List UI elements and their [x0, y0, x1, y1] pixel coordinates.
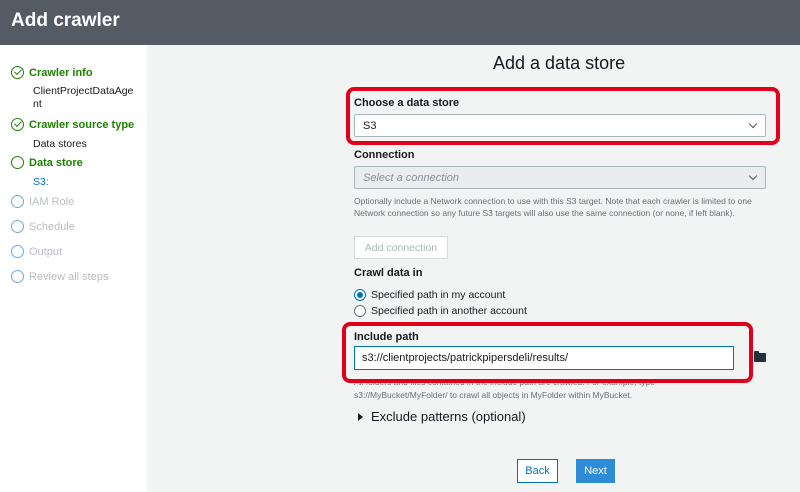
header-bar: Add crawler	[0, 0, 800, 45]
radio-empty-icon[interactable]	[354, 305, 366, 317]
crawl-data-in-label: Crawl data in	[354, 267, 423, 279]
page-header-title: Add crawler	[11, 10, 120, 31]
back-button[interactable]: Back	[517, 459, 558, 483]
connection-help: Optionally include a Network connection …	[354, 196, 752, 218]
step-iam-role: IAM Role	[11, 195, 74, 208]
step-label: IAM Role	[29, 195, 75, 208]
radio-another-account[interactable]: Specified path in another account	[354, 305, 527, 317]
radio-label: Specified path in my account	[371, 289, 506, 301]
step-schedule: Schedule	[11, 220, 75, 233]
radio-my-account[interactable]: Specified path in my account	[354, 289, 505, 301]
next-button[interactable]: Next	[576, 459, 615, 483]
check-circle-icon	[11, 66, 24, 79]
step-sub-crawler-name: ClientProjectDataAge nt	[33, 85, 134, 110]
step-label: Schedule	[29, 220, 75, 233]
check-circle-icon	[11, 118, 24, 131]
circle-icon	[11, 156, 24, 169]
step-crawler-source-type[interactable]: Crawler source type	[11, 118, 134, 131]
add-connection-button[interactable]: Add connection	[354, 236, 448, 259]
connection-select[interactable]: Select a connection	[354, 166, 766, 189]
exclude-patterns-label: Exclude patterns (optional)	[371, 409, 526, 424]
caret-right-icon	[358, 412, 363, 421]
step-label: Crawler info	[29, 66, 93, 79]
connection-label: Connection	[354, 149, 415, 161]
radio-selected-icon[interactable]	[354, 289, 366, 301]
circle-icon	[11, 245, 24, 258]
step-label: Review all steps	[29, 270, 109, 283]
wizard-sidebar	[0, 45, 147, 492]
step-data-store[interactable]: Data store	[11, 156, 83, 169]
exclude-patterns-toggle[interactable]: Exclude patterns (optional)	[358, 409, 526, 424]
step-label: Output	[29, 245, 63, 258]
step-sub-source-type: Data stores	[33, 138, 87, 150]
step-label: Data store	[29, 156, 83, 169]
circle-icon	[11, 220, 24, 233]
step-review: Review all steps	[11, 270, 108, 283]
circle-icon	[11, 270, 24, 283]
step-crawler-info[interactable]: Crawler info	[11, 66, 93, 79]
connection-placeholder: Select a connection	[363, 172, 460, 184]
page-title: Add a data store	[493, 53, 626, 73]
include-path-help-line2: s3://MyBucket/MyFolder/ to crawl all obj…	[354, 390, 633, 400]
step-label: Crawler source type	[29, 118, 135, 131]
highlight-box-data-store	[346, 87, 780, 145]
step-sub-data-store[interactable]: S3:	[33, 176, 49, 188]
step-output: Output	[11, 245, 62, 258]
chevron-down-icon	[748, 171, 758, 181]
radio-label: Specified path in another account	[371, 305, 527, 317]
highlight-box-include-path	[342, 322, 753, 383]
folder-icon[interactable]	[754, 351, 766, 362]
circle-icon	[11, 195, 24, 208]
